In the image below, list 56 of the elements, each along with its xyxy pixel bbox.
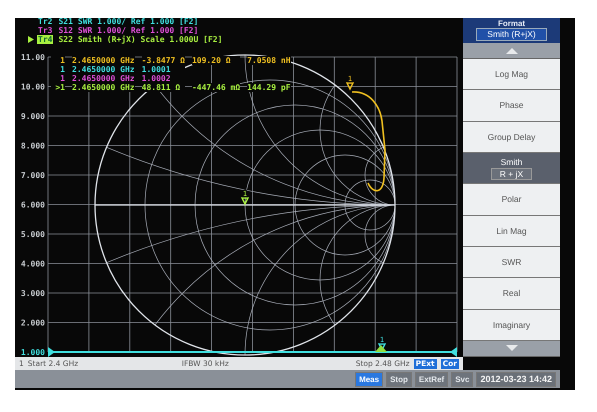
trace-parameter: S12 xyxy=(58,26,73,35)
trace-parameter: S22 xyxy=(58,35,73,44)
softkey-button[interactable]: Group Delay xyxy=(463,122,560,153)
marker-value: -447.46 mΩ xyxy=(192,83,240,92)
marker-value: 2.4650000 GHz xyxy=(72,74,135,83)
status-indicator: Meas xyxy=(355,372,384,386)
axis-tick-label: 7.000 xyxy=(20,171,45,180)
date-time: 2012-03-23 14:42 xyxy=(476,372,556,386)
current-format-value: Smith (R+jX) xyxy=(476,28,547,41)
softkey-button[interactable]: Real xyxy=(463,278,560,310)
trace-settings: Smith (R+jX) Scale 1.000U [F2] xyxy=(78,35,222,44)
marker-value: -3.8477 Ω xyxy=(142,56,185,65)
trace-settings: SWR 1.000/ Ref 1.000 [F2] xyxy=(78,26,198,35)
axis-tick-label: 8.000 xyxy=(20,142,45,150)
marker-number: >1 xyxy=(51,83,65,92)
softkey-button[interactable]: Lin Mag xyxy=(463,216,560,247)
status-indicator: Svc xyxy=(451,372,474,386)
softkey-button[interactable]: Log Mag xyxy=(463,59,560,90)
marker-value: 2.4650000 GHz xyxy=(72,56,135,65)
axis-tick-label: 9.000 xyxy=(20,112,45,121)
marker-value: 7.0508 nH xyxy=(247,56,291,65)
softkey-button[interactable]: Phase xyxy=(463,90,560,122)
marker-value: 109.20 Ω xyxy=(192,56,240,65)
menu-title: Format xyxy=(498,19,526,28)
trace-label[interactable]: Tr3 xyxy=(37,26,54,35)
softkey-button[interactable]: Polar xyxy=(463,184,560,216)
axis-tick-label: 6.000 xyxy=(20,200,45,210)
softkey-sublabel: R + jX xyxy=(490,168,532,180)
scroll-up-button[interactable] xyxy=(463,43,560,59)
marker-value: 2.4650000 GHz xyxy=(72,83,135,92)
axis-tick-label: 10.00 xyxy=(20,82,45,92)
marker-value: 144.29 pF xyxy=(247,83,291,92)
marker-value: 48.811 Ω xyxy=(142,83,185,92)
axis-tick-label: 5.000 xyxy=(20,230,45,239)
marker-value: 1.0001 xyxy=(142,65,185,74)
up-triangle-icon xyxy=(506,48,518,54)
axis-tick-label: 3.000 xyxy=(20,289,45,298)
trace-settings: SWR 1.000/ Ref 1.000 [F2] xyxy=(78,17,198,26)
axis-tick-label: 2.000 xyxy=(20,318,45,328)
down-triangle-icon xyxy=(506,345,518,352)
softkey-button[interactable]: Smith R + jX xyxy=(463,152,560,184)
axis-tick-label: 4.000 xyxy=(20,260,45,268)
status-indicator: ExtRef xyxy=(414,372,448,386)
softkey-button[interactable]: SWR xyxy=(463,246,560,278)
marker-number: 1 xyxy=(51,56,65,65)
scroll-down-button[interactable] xyxy=(463,340,560,357)
softkey-button[interactable]: Imaginary xyxy=(463,310,560,341)
axis-tick-label: 11.00 xyxy=(20,53,45,62)
marker-value: 2.4650000 GHz xyxy=(72,65,135,74)
status-indicator: Stop xyxy=(386,372,412,386)
trace-parameter: S21 xyxy=(58,17,73,26)
stimulus-marker-icon xyxy=(375,345,387,352)
trace-label[interactable]: Tr2 xyxy=(37,17,54,26)
axis-tick-label: 1.000 xyxy=(20,348,45,357)
active-trace-arrow-icon xyxy=(28,36,34,43)
trace-label[interactable]: Tr4 xyxy=(37,35,54,44)
